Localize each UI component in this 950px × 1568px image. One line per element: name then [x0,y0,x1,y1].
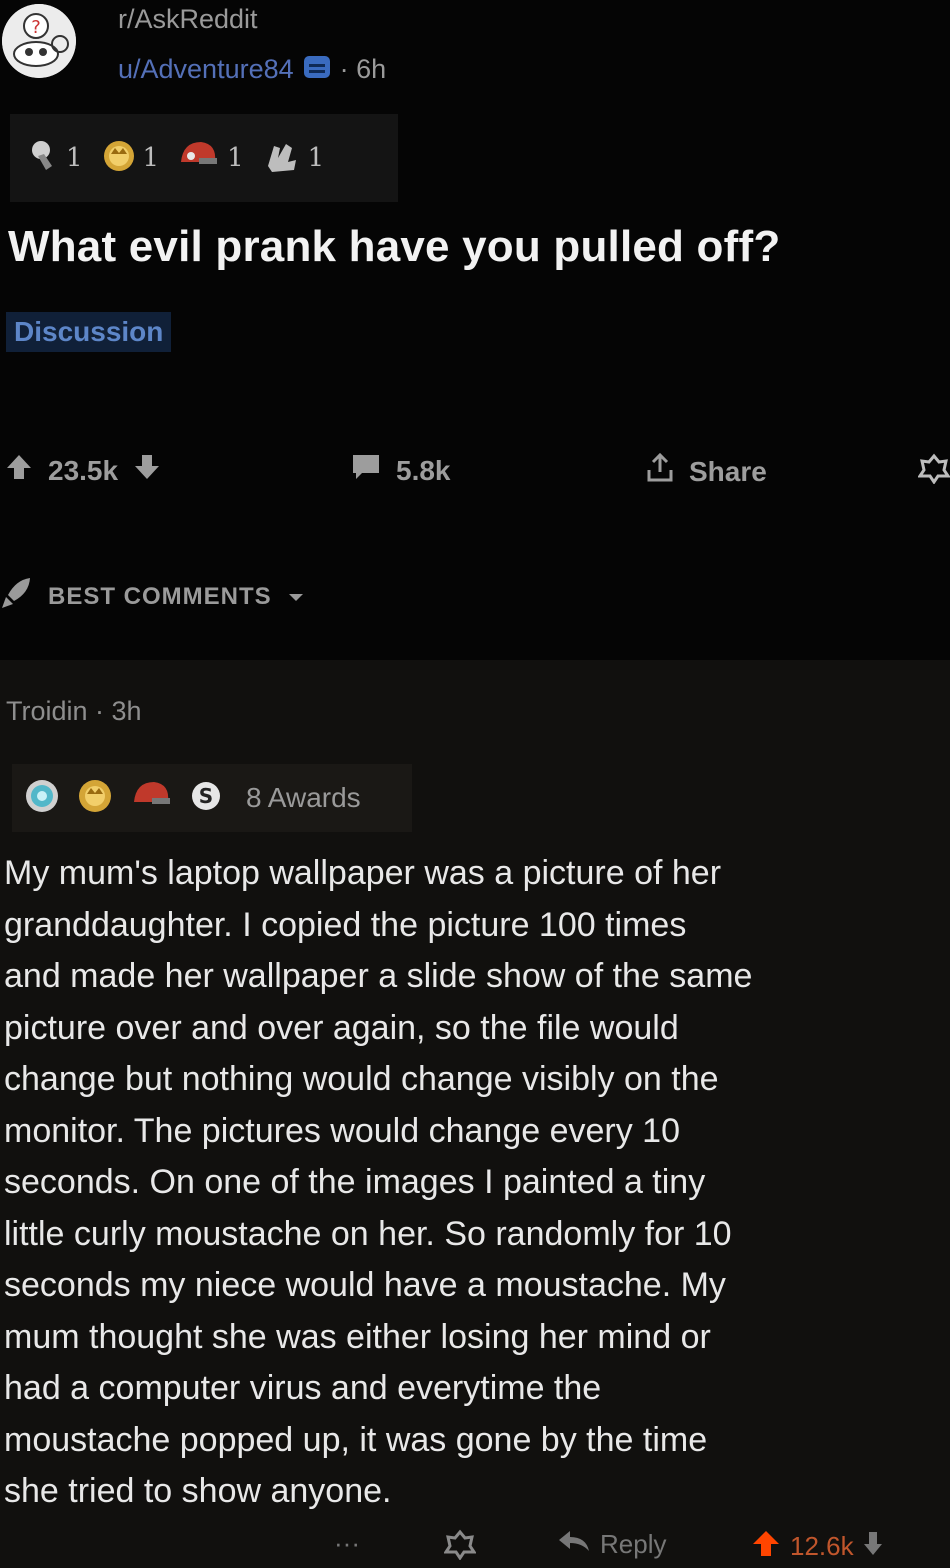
svg-text:?: ? [31,17,41,38]
comment-body: My mum's laptop wallpaper was a picture … [4,848,950,1518]
share-label: Share [689,455,767,487]
comment-vote-group: 12.6k [750,1528,884,1565]
comment-text-line: change but nothing would change visibly … [4,1060,719,1098]
comment-award-button[interactable] [443,1528,477,1567]
helmet-award-icon [177,136,221,181]
sort-label: BEST COMMENTS [48,582,272,610]
post-time: · 6h [339,54,387,84]
comment-sort-dropdown[interactable]: BEST COMMENTS [0,575,306,618]
top-comment: Troidin · 3h S 8 Awards My mum's laptop … [0,660,950,1568]
award-gold: 1 [101,136,160,181]
comments-count: 5.8k [396,454,451,486]
user-badge-icon [302,52,332,87]
award-helmet: 1 [177,136,244,181]
award-give-icon [443,1528,477,1567]
comment-text-line: little curly moustache on her. So random… [4,1214,732,1253]
reply-button[interactable]: Reply [556,1528,666,1561]
rocket-icon [0,575,34,618]
chevron-down-icon [286,583,306,611]
vote-group: 23.5k [4,452,162,489]
comment-text-line: My mum's laptop wallpaper was a picture … [4,854,722,892]
post-flair[interactable]: Discussion [6,312,172,352]
helpful-hands-award-icon [262,136,302,181]
comment-text-line: granddaughter. I copied the picture 100 … [4,905,687,944]
post-card: ? r/AskReddit u/Adventure84 · 6h 1 1 1 1… [0,0,950,660]
comment-text-line: she tried to show anyone. [4,1472,392,1510]
subreddit-name[interactable]: r/AskReddit [118,4,258,35]
award-count: 1 [142,143,160,173]
reply-arrow-icon [556,1528,592,1561]
share-icon [645,452,675,491]
comment-awards[interactable]: S 8 Awards [12,764,412,832]
award-hands: 1 [262,136,325,181]
comment-vote-count: 12.6k [790,1531,854,1561]
comment-text-line: had a computer virus and everytime the [4,1369,602,1407]
post-awards[interactable]: 1 1 1 1 [10,114,398,202]
award-button[interactable] [917,452,950,491]
downvote-icon[interactable] [862,1528,884,1565]
downvote-icon[interactable] [132,452,162,489]
gold-award-icon [76,777,114,820]
post-author[interactable]: u/Adventure84 [118,54,294,85]
comment-text-line: monitor. The pictures would change every… [4,1111,680,1150]
comments-button[interactable]: 5.8k [350,452,451,489]
award-silver: 1 [26,136,83,181]
upvote-active-icon[interactable] [750,1528,782,1565]
comment-text-line: seconds. On one of the images I painted … [4,1163,706,1201]
post-vote-count: 23.5k [48,454,119,486]
platinum-award-icon [24,778,60,819]
share-button[interactable]: Share [645,452,767,491]
award-give-icon [917,452,950,491]
reply-label: Reply [600,1529,667,1559]
comment-text-line: moustache popped up, it was gone by the … [4,1420,708,1459]
post-title[interactable]: What evil prank have you pulled off? [8,222,780,272]
comment-text-line: seconds my niece would have a moustache.… [4,1266,726,1304]
upvote-icon[interactable] [4,452,34,489]
subreddit-avatar[interactable]: ? [2,4,76,78]
post-author-line: u/Adventure84 · 6h [118,52,386,87]
comment-text-line: mum thought she was either losing her mi… [4,1317,711,1356]
post-action-bar: 23.5k 5.8k Share [0,452,950,512]
award-count: 1 [66,143,83,173]
gold-award-icon [101,136,137,181]
awards-count-label: 8 Awards [246,782,361,813]
comment-text-line: and made her wallpaper a slide show of t… [4,957,753,995]
comment-text-line: picture over and over again, so the file… [4,1008,679,1047]
award-count: 1 [227,143,244,173]
more-options-icon: ··· [334,1528,360,1558]
helmet-award-icon [130,778,174,819]
comment-icon [350,452,382,489]
more-options-button[interactable]: ··· [334,1528,360,1559]
comment-author-line[interactable]: Troidin · 3h [6,696,142,727]
silver-award-icon [26,136,60,181]
svg-text:S: S [199,784,213,808]
silver-coin-award-icon: S [190,780,222,817]
comment-action-bar: ··· Reply 12.6k [0,1522,950,1568]
award-count: 1 [307,143,325,173]
